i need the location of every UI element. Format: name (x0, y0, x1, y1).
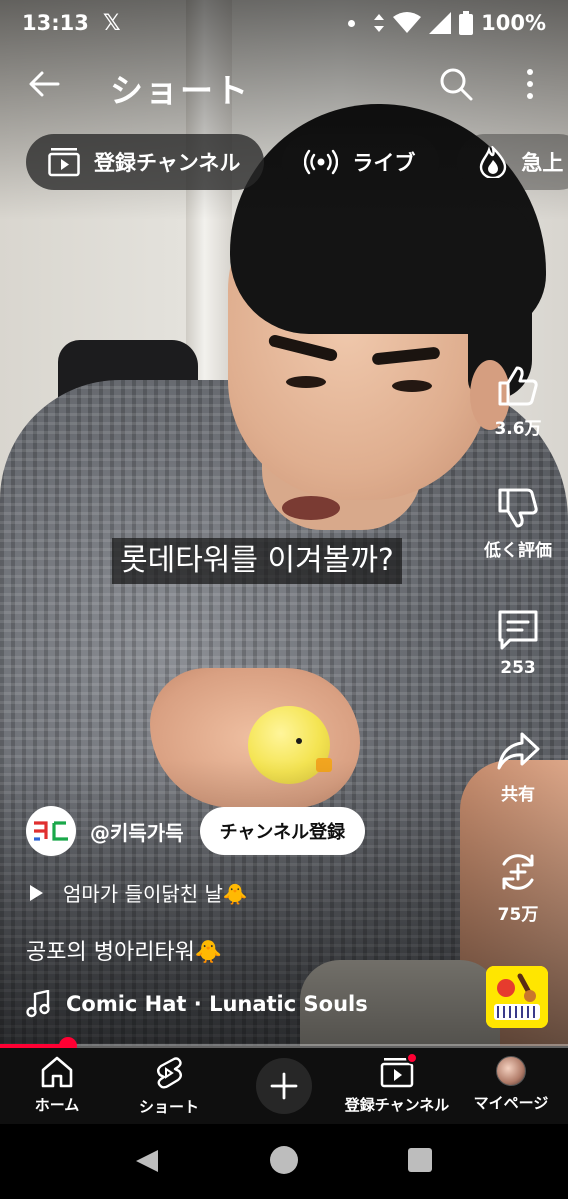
system-recents-button[interactable] (408, 1148, 432, 1172)
app-bar: ショート (0, 56, 568, 112)
create-button[interactable] (256, 1058, 312, 1114)
filter-chips: 登録チャンネル ライブ 急上 (26, 134, 568, 190)
avatar-icon (496, 1056, 526, 1086)
chip-label: 登録チャンネル (94, 151, 241, 175)
search-icon (440, 68, 473, 101)
live-icon (304, 149, 339, 175)
chick-eye (296, 738, 302, 744)
notification-dot-icon (348, 19, 356, 27)
share-icon (497, 732, 540, 770)
playlist-row[interactable]: 엄마가 들이닭친 날🐥 (30, 878, 248, 907)
battery-icon (459, 11, 474, 35)
chip-label: ライブ (352, 151, 416, 175)
x-logo-icon: 𝕏 (102, 10, 121, 36)
thumbs-down-icon (498, 488, 538, 528)
trending-icon (480, 146, 507, 178)
status-icons: 100% (348, 11, 546, 35)
wifi-icon (393, 12, 422, 33)
chip-live[interactable]: ライブ (282, 134, 440, 190)
comment-count: 253 (500, 658, 536, 678)
chip-label: 急上 (521, 151, 564, 175)
remix-icon (502, 854, 534, 890)
page-title: ショート (110, 71, 250, 110)
notification-badge (406, 1052, 418, 1064)
share-button[interactable]: 共有 (478, 730, 558, 805)
comment-icon (498, 610, 538, 650)
nav-label: ショート (138, 1098, 199, 1116)
system-navigation (0, 1124, 568, 1199)
remix-count: 75万 (497, 905, 539, 925)
sound-thumbnail[interactable] (486, 966, 548, 1028)
channel-logo-icon (34, 821, 68, 841)
nav-subscriptions[interactable]: 登録チャンネル (332, 1052, 462, 1115)
chip-trending[interactable]: 急上 (457, 134, 568, 190)
signal-icon (429, 12, 452, 34)
arrow-left-icon (29, 71, 60, 97)
comments-button[interactable]: 253 (478, 608, 558, 678)
status-time: 13:13 (22, 11, 89, 35)
music-note-icon (26, 990, 50, 1018)
system-home-button[interactable] (270, 1146, 298, 1174)
subscribe-button[interactable]: チャンネル登録 (199, 807, 366, 855)
music-sticker-icon (486, 966, 548, 1028)
more-vertical-icon (527, 69, 533, 99)
video-description[interactable]: 공포의 병아리타워🐥 (26, 934, 222, 966)
playlist-title: 엄마가 들이닭친 날🐥 (63, 882, 248, 906)
subscriptions-icon (48, 148, 80, 177)
more-options-button[interactable] (516, 64, 544, 104)
nav-shorts[interactable]: ショート (104, 1056, 234, 1117)
play-icon (30, 884, 43, 901)
person-mouth (282, 496, 340, 520)
eye-right (392, 380, 432, 392)
bottom-navigation: ホーム ショート 登録チャンネル マイページ (0, 1048, 568, 1124)
share-label: 共有 (501, 785, 535, 805)
dislike-button[interactable]: 低く評価 (478, 486, 558, 561)
system-back-icon[interactable] (134, 1148, 160, 1174)
nav-label: 登録チャンネル (344, 1096, 450, 1114)
plus-icon (270, 1072, 298, 1100)
like-count: 3.6万 (494, 419, 542, 439)
dislike-label: 低く評価 (484, 541, 552, 561)
search-button[interactable] (436, 64, 476, 104)
eye-left (286, 376, 326, 388)
battery-percent: 100% (481, 11, 546, 35)
music-row[interactable]: Comic Hat · Lunatic Souls (26, 990, 368, 1018)
channel-row: @키득가득 チャンネル登録 (26, 806, 366, 856)
channel-avatar[interactable] (26, 806, 76, 856)
status-bar: 13:13 𝕏 100% (0, 0, 568, 46)
data-arrows-icon (374, 14, 385, 32)
shorts-screen: 13:13 𝕏 100% ショート 登録チャンネル ライブ 急上 롯데타워를 이… (0, 0, 568, 1199)
thumbs-up-icon (498, 366, 538, 406)
like-button[interactable]: 3.6万 (478, 364, 558, 439)
nav-label: マイページ (473, 1094, 549, 1112)
home-icon (41, 1056, 73, 1088)
channel-handle[interactable]: @키득가득 (90, 817, 184, 846)
remix-button[interactable]: 75万 (478, 850, 558, 925)
music-title: Comic Hat · Lunatic Souls (66, 992, 368, 1016)
chip-subscriptions[interactable]: 登録チャンネル (26, 134, 265, 190)
back-button[interactable] (24, 64, 64, 104)
nav-my-page[interactable]: マイページ (446, 1056, 568, 1113)
video-caption: 롯데타워를 이겨볼까? (112, 538, 402, 584)
shorts-icon (157, 1057, 182, 1089)
